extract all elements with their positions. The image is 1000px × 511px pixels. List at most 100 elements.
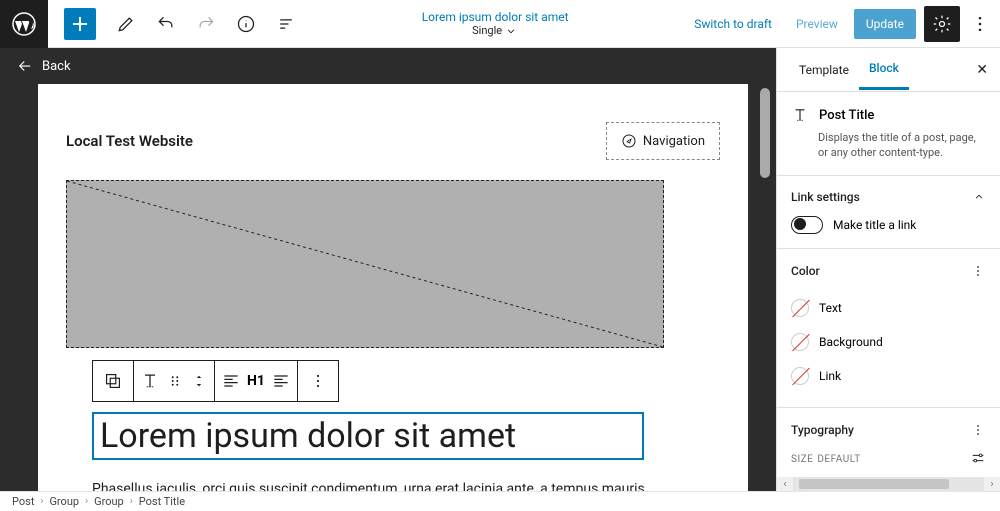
- block-more-button[interactable]: [297, 360, 339, 402]
- color-swatch-empty: [791, 333, 809, 351]
- navigation-placeholder[interactable]: Navigation: [606, 122, 720, 160]
- kebab-icon: [970, 263, 986, 279]
- redo-button[interactable]: [188, 6, 224, 42]
- block-breadcrumb: Post› Group› Group› Post Title: [0, 491, 1000, 511]
- link-settings-title: Link settings: [791, 190, 860, 204]
- toggle-knob: [794, 218, 806, 230]
- color-link-row[interactable]: Link: [791, 359, 986, 393]
- compass-icon: [621, 133, 637, 149]
- editor-canvas[interactable]: Local Test Website Navigation: [38, 84, 748, 491]
- make-title-link-row: Make title a link: [791, 216, 986, 234]
- kebab-icon: [970, 14, 990, 34]
- edit-mode-button[interactable]: [108, 6, 144, 42]
- toggle-label: Make title a link: [833, 218, 916, 232]
- toolbar-left: [48, 6, 304, 42]
- document-title: Lorem ipsum dolor sit amet: [422, 10, 569, 24]
- redo-icon: [196, 14, 216, 34]
- back-label: Back: [42, 59, 71, 74]
- block-info-panel: Post Title Displays the title of a post,…: [777, 92, 1000, 175]
- color-text-row[interactable]: Text: [791, 291, 986, 325]
- top-toolbar: Lorem ipsum dolor sit amet Single Switch…: [0, 0, 1000, 48]
- typography-options-button[interactable]: [970, 422, 986, 438]
- site-title[interactable]: Local Test Website: [66, 132, 193, 150]
- typography-title: Typography: [791, 423, 854, 437]
- preview-button[interactable]: Preview: [788, 11, 846, 37]
- move-icon[interactable]: [190, 372, 208, 390]
- size-value: DEFAULT: [817, 454, 860, 465]
- drag-dots-icon[interactable]: [166, 372, 184, 390]
- placeholder-diagonal: [67, 181, 663, 347]
- info-icon: [236, 14, 256, 34]
- tab-template[interactable]: Template: [789, 51, 859, 89]
- sidebar-horizontal-scrollbar[interactable]: ‹ ›: [777, 477, 1000, 491]
- text-align-icon[interactable]: [271, 371, 291, 391]
- color-background-row[interactable]: Background: [791, 325, 986, 359]
- copy-icon: [102, 370, 124, 392]
- breadcrumb-item[interactable]: Group: [94, 495, 124, 508]
- size-label: SIZE: [791, 454, 813, 465]
- kebab-icon: [308, 371, 328, 391]
- list-view-button[interactable]: [268, 6, 304, 42]
- pencil-icon: [116, 14, 136, 34]
- breadcrumb-item[interactable]: Post: [12, 495, 34, 508]
- nav-label: Navigation: [643, 134, 705, 149]
- toolbar-right: Switch to draft Preview Update: [686, 6, 1000, 42]
- breadcrumb-item[interactable]: Group: [49, 495, 79, 508]
- add-block-button[interactable]: [64, 8, 96, 40]
- post-content[interactable]: Phasellus iaculis, orci quis suscipit co…: [92, 478, 720, 491]
- undo-icon: [156, 14, 176, 34]
- sliders-icon[interactable]: [970, 450, 986, 466]
- editor-area: Back Local Test Website Navigation: [0, 48, 776, 491]
- color-options-button[interactable]: [970, 263, 986, 279]
- close-sidebar-button[interactable]: ✕: [976, 62, 988, 78]
- post-title-icon: [791, 106, 809, 124]
- alignment-group: H1: [214, 360, 298, 402]
- tab-block[interactable]: Block: [859, 49, 909, 90]
- more-menu-button[interactable]: [968, 14, 992, 34]
- featured-image-placeholder[interactable]: [66, 180, 664, 348]
- color-swatch-empty: [791, 299, 809, 317]
- block-description: Displays the title of a post, page, or a…: [818, 130, 986, 161]
- list-icon: [276, 14, 296, 34]
- link-settings-panel: Link settings Make title a link: [777, 175, 1000, 248]
- drag-handle-button[interactable]: [92, 360, 134, 402]
- color-title: Color: [791, 264, 820, 278]
- switch-draft-button[interactable]: Switch to draft: [686, 11, 780, 37]
- template-selector[interactable]: Single: [472, 24, 518, 38]
- undo-button[interactable]: [148, 6, 184, 42]
- scroll-thumb[interactable]: [799, 479, 949, 489]
- block-name: Post Title: [819, 108, 874, 123]
- post-title-icon[interactable]: [140, 371, 160, 391]
- breadcrumb-item[interactable]: Post Title: [139, 495, 185, 508]
- settings-button[interactable]: [924, 6, 960, 42]
- plus-icon: [70, 14, 90, 34]
- color-swatch-empty: [791, 367, 809, 385]
- settings-sidebar: Template Block ✕ Post Title Displays the…: [776, 48, 1000, 491]
- wordpress-icon: [12, 12, 36, 36]
- scroll-track[interactable]: [793, 477, 984, 491]
- post-title-text[interactable]: Lorem ipsum dolor sit amet: [100, 416, 636, 456]
- block-toolbar: H1: [92, 360, 720, 402]
- wordpress-logo[interactable]: [0, 0, 48, 48]
- color-panel: Color Text Background Link: [777, 248, 1000, 407]
- sidebar-tabs: Template Block ✕: [777, 48, 1000, 92]
- post-title-block[interactable]: Lorem ipsum dolor sit amet: [92, 412, 644, 460]
- make-title-link-toggle[interactable]: [791, 216, 823, 234]
- scrollbar-thumb[interactable]: [760, 88, 770, 178]
- chevron-down-icon: [504, 24, 518, 38]
- heading-level-button[interactable]: H1: [247, 373, 265, 389]
- document-info[interactable]: Lorem ipsum dolor sit amet Single: [304, 10, 686, 38]
- kebab-icon: [970, 422, 986, 438]
- site-header: Local Test Website Navigation: [66, 122, 720, 160]
- canvas-scrollbar[interactable]: [758, 84, 772, 491]
- back-button[interactable]: Back: [0, 48, 776, 84]
- scroll-right-button[interactable]: ›: [984, 479, 1000, 490]
- block-transform-group: [133, 360, 215, 402]
- align-left-icon[interactable]: [221, 371, 241, 391]
- gear-icon: [932, 14, 952, 34]
- update-button[interactable]: Update: [854, 9, 916, 39]
- chevron-up-icon[interactable]: [972, 190, 986, 204]
- info-button[interactable]: [228, 6, 264, 42]
- scroll-left-button[interactable]: ‹: [777, 479, 793, 490]
- arrow-left-icon: [16, 57, 34, 75]
